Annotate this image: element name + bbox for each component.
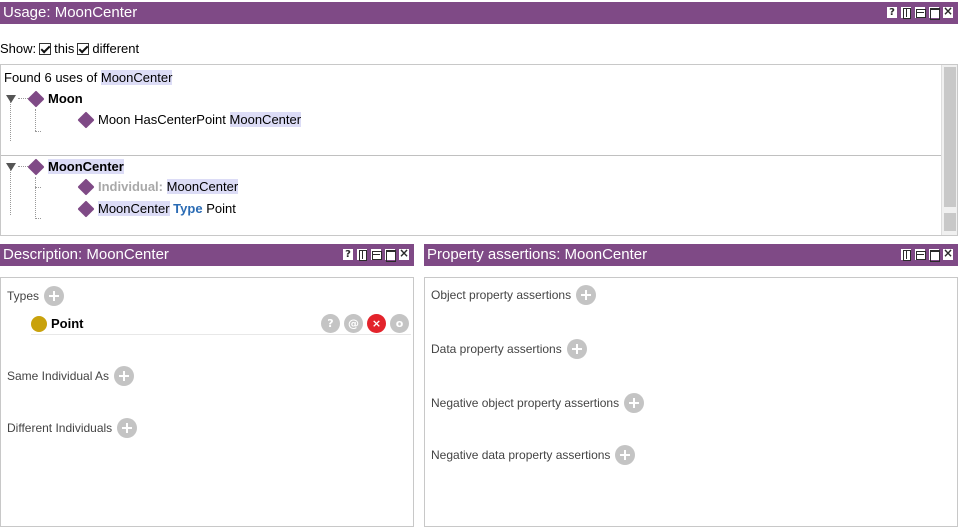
usage-item[interactable]: MoonCenter Type Point: [77, 200, 236, 217]
maximize-icon[interactable]: [928, 6, 940, 20]
usage-item[interactable]: Individual: MoonCenter: [77, 178, 239, 195]
add-icon[interactable]: [615, 445, 636, 465]
scrollbar-thumb[interactable]: [944, 67, 956, 207]
scrollbar-arrow[interactable]: [944, 213, 956, 231]
usage-item-text: Moon HasCenterPoint: [98, 112, 226, 127]
usage-item-text: Point: [206, 201, 236, 216]
show-label: Show:: [0, 41, 37, 56]
usage-item[interactable]: Moon HasCenterPoint MoonCenter: [77, 111, 302, 128]
property-assertions-panel-title: Property assertions: MoonCenter: [427, 246, 648, 263]
type-actions: ? @ × o: [321, 314, 409, 333]
tree-node-label: Moon: [48, 91, 83, 106]
different-label: different: [92, 41, 140, 56]
maximize-icon[interactable]: [928, 248, 940, 262]
negative-data-property-section: Negative data property assertions: [431, 445, 636, 465]
individual-icon: [27, 90, 45, 107]
class-icon: [31, 315, 47, 332]
individual-icon: [27, 158, 45, 175]
property-assertions-panel-header: Property assertions: MoonCenter: [424, 244, 958, 266]
found-summary: Found 6 uses of MoonCenter: [4, 70, 173, 85]
usage-item-entity: MoonCenter: [229, 112, 302, 127]
same-individual-section: Same Individual As: [7, 366, 135, 386]
usage-tree: Found 6 uses of MoonCenter Moon Moon Has…: [0, 64, 958, 236]
data-property-section: Data property assertions: [431, 339, 587, 359]
this-checkbox[interactable]: [39, 42, 52, 55]
description-panel-header: Description: MoonCenter ?: [0, 244, 414, 266]
tree-node-mooncenter[interactable]: MoonCenter: [6, 158, 124, 175]
maximize-icon[interactable]: [384, 248, 396, 262]
description-panel-title: Description: MoonCenter: [3, 246, 169, 263]
annotate-icon[interactable]: @: [344, 314, 363, 333]
types-section: Types: [7, 286, 65, 306]
description-content: Types Point ? @ × o Same Individual As D…: [0, 277, 414, 527]
close-icon[interactable]: [398, 248, 410, 261]
help-icon[interactable]: ?: [321, 314, 340, 333]
type-value: Point: [51, 316, 84, 331]
add-icon[interactable]: [44, 286, 65, 306]
found-prefix: Found 6 uses of: [4, 70, 98, 85]
same-individual-label: Same Individual As: [7, 369, 110, 383]
section-label: Negative data property assertions: [431, 448, 611, 462]
description-window-controls: ?: [342, 248, 410, 262]
property-window-controls: [900, 248, 954, 262]
edit-icon[interactable]: o: [390, 314, 409, 333]
different-individuals-section: Different Individuals: [7, 418, 138, 438]
this-label: this: [54, 41, 75, 56]
split-horizontal-icon[interactable]: [370, 248, 382, 261]
split-horizontal-icon[interactable]: [914, 248, 926, 261]
vertical-scrollbar[interactable]: [941, 65, 957, 235]
usage-item-entity: MoonCenter: [98, 201, 170, 216]
add-icon[interactable]: [114, 366, 135, 386]
add-icon[interactable]: [576, 285, 597, 305]
split-horizontal-icon[interactable]: [914, 6, 926, 19]
individual-icon: [77, 200, 95, 217]
help-icon[interactable]: ?: [886, 6, 898, 19]
add-icon[interactable]: [117, 418, 138, 438]
negative-object-property-section: Negative object property assertions: [431, 393, 645, 413]
type-entry[interactable]: Point ? @ × o: [31, 313, 411, 335]
section-label: Negative object property assertions: [431, 396, 620, 410]
help-icon[interactable]: ?: [342, 248, 354, 261]
close-icon[interactable]: [942, 248, 954, 261]
different-checkbox[interactable]: [77, 42, 90, 55]
types-label: Types: [7, 289, 40, 303]
usage-window-controls: ?: [886, 6, 954, 20]
different-individuals-label: Different Individuals: [7, 421, 113, 435]
section-label: Data property assertions: [431, 342, 562, 356]
section-label: Object property assertions: [431, 288, 572, 302]
usage-item-keyword: Individual:: [98, 179, 163, 194]
split-vertical-icon[interactable]: [356, 248, 368, 261]
delete-icon[interactable]: ×: [367, 314, 386, 333]
found-entity[interactable]: MoonCenter: [100, 70, 173, 85]
property-assertions-content: Object property assertions Data property…: [424, 277, 958, 527]
expand-icon[interactable]: [6, 94, 16, 103]
add-icon[interactable]: [566, 339, 587, 359]
close-icon[interactable]: [942, 6, 954, 19]
split-vertical-icon[interactable]: [900, 248, 912, 261]
expand-icon[interactable]: [6, 162, 16, 171]
show-filter-row: Show: this different: [0, 41, 139, 56]
usage-item-entity: MoonCenter: [166, 179, 239, 194]
tree-node-moon[interactable]: Moon: [6, 90, 83, 107]
object-property-section: Object property assertions: [431, 285, 597, 305]
add-icon[interactable]: [624, 393, 645, 413]
split-vertical-icon[interactable]: [900, 6, 912, 19]
tree-node-label: MoonCenter: [48, 159, 124, 174]
usage-item-keyword: Type: [173, 201, 203, 216]
individual-icon: [77, 178, 95, 195]
individual-icon: [77, 111, 95, 128]
usage-panel-title: Usage: MoonCenter: [3, 4, 138, 21]
usage-panel-header: Usage: MoonCenter ?: [0, 2, 958, 24]
